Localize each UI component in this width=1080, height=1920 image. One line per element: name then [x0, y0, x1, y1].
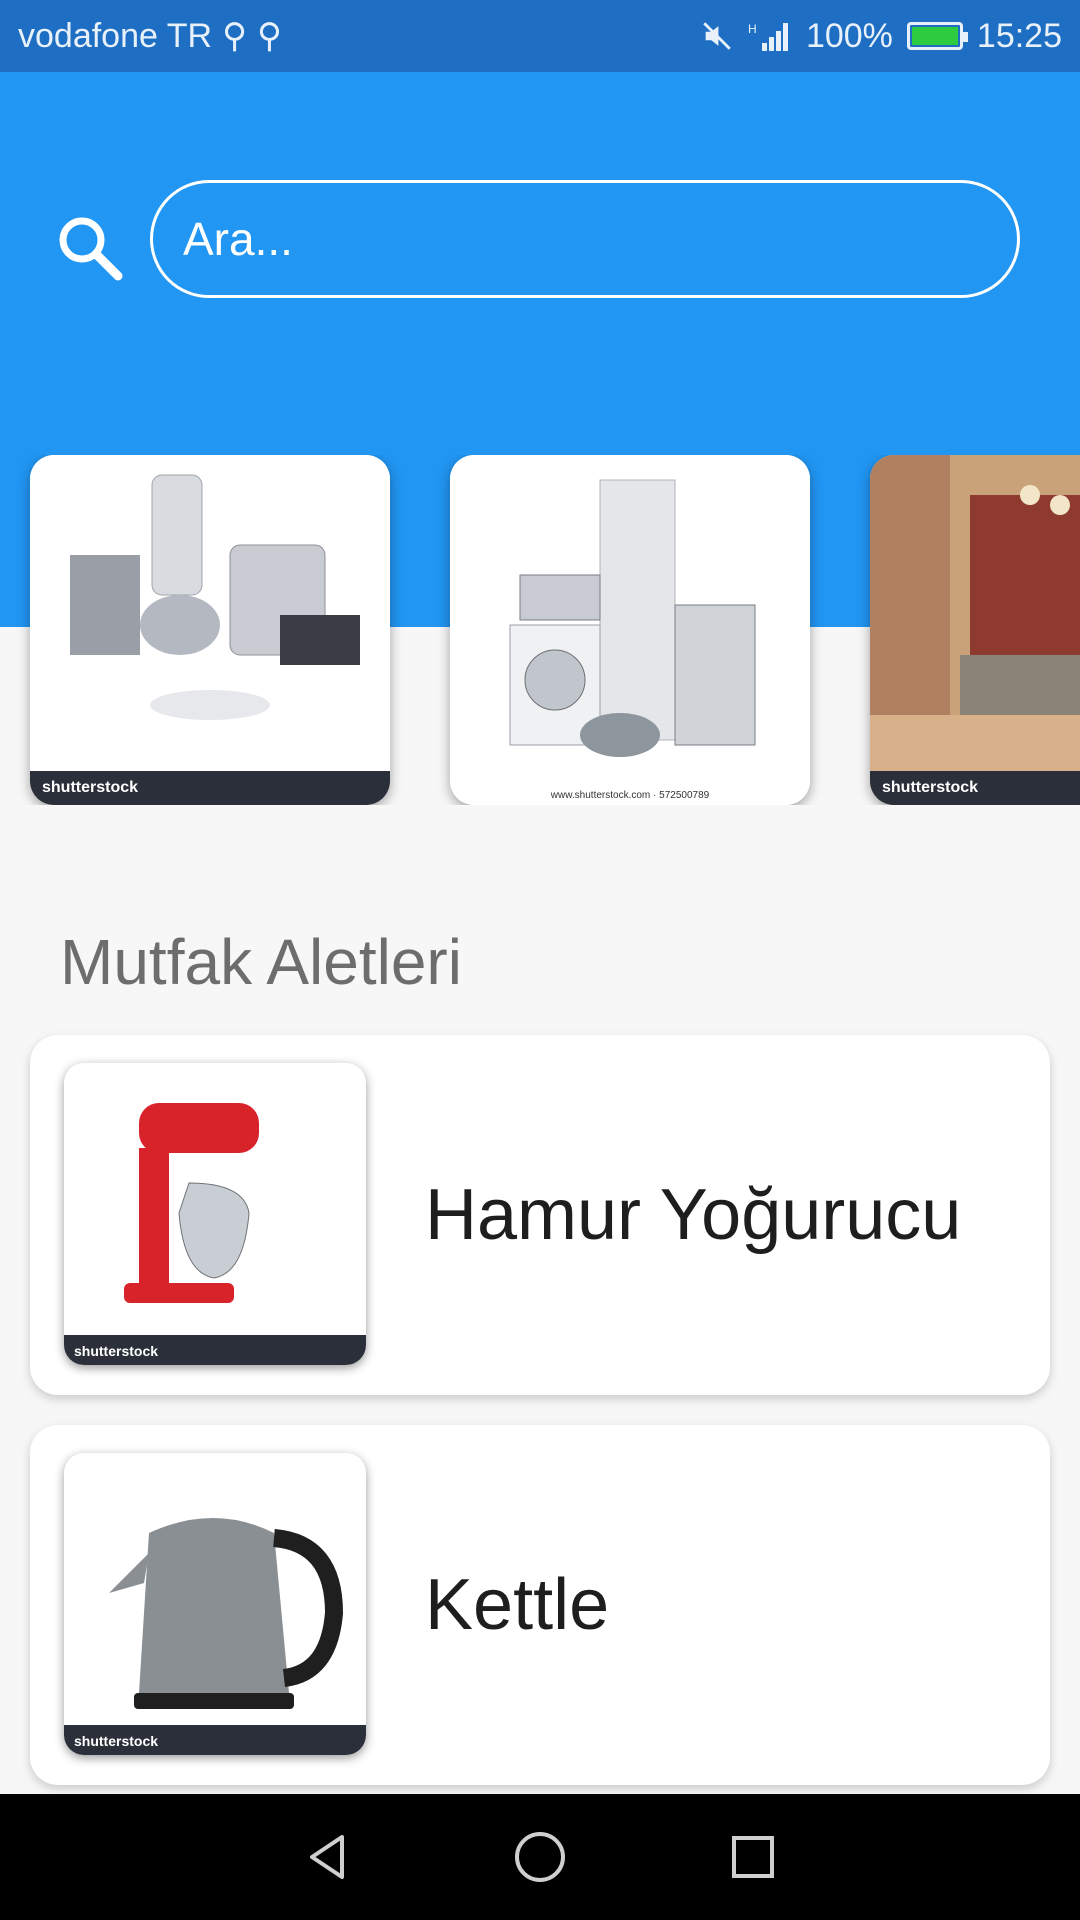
signal-icon: H: [748, 22, 788, 51]
carousel-item-living-room[interactable]: shutterstock: [870, 455, 1080, 805]
product-name: Hamur Yoğurucu: [425, 1175, 962, 1255]
product-thumbnail: shutterstock: [64, 1453, 366, 1755]
battery-percent: 100%: [805, 16, 893, 55]
carousel-item-home-appliances[interactable]: www.shutterstock.com · 572500789: [450, 455, 810, 805]
carrier-label: vodafone TR: [18, 16, 213, 55]
watermark-bar: shutterstock: [870, 771, 1080, 805]
recents-icon[interactable]: [723, 1827, 783, 1887]
mute-icon: [703, 22, 731, 50]
kettle-image: [64, 1453, 366, 1755]
image-caption: www.shutterstock.com · 572500789: [550, 790, 710, 801]
svg-text:H: H: [748, 22, 757, 36]
product-thumbnail: shutterstock: [64, 1063, 366, 1365]
search-input[interactable]: [183, 212, 1017, 266]
search-field[interactable]: [150, 180, 1020, 298]
battery-icon: [906, 22, 968, 50]
stand-mixer-image: [64, 1063, 366, 1365]
watermark-label: shutterstock: [74, 1733, 159, 1749]
status-bar: vodafone TR ⚲ ⚲ H 100% 15:25: [0, 0, 1080, 72]
watermark-label: shutterstock: [74, 1343, 159, 1359]
product-name: Kettle: [425, 1565, 610, 1645]
kitchen-appliances-image: [30, 455, 390, 805]
usb-icon: ⚲: [222, 17, 247, 55]
watermark-bar: shutterstock: [30, 771, 390, 805]
home-icon[interactable]: [510, 1827, 570, 1887]
clock: 15:25: [976, 16, 1062, 55]
back-icon[interactable]: [297, 1827, 357, 1887]
search-icon[interactable]: [54, 212, 124, 282]
usb-icon: ⚲: [256, 17, 282, 55]
category-carousel[interactable]: shutterstock www.shutterstock.com · 5725…: [0, 455, 1080, 805]
navigation-bar: [0, 1794, 1080, 1920]
living-room-image: [870, 455, 1080, 805]
product-card-kettle[interactable]: shutterstock Kettle: [30, 1425, 1050, 1785]
carousel-item-kitchen-appliances[interactable]: shutterstock: [30, 455, 390, 805]
product-card-hamur-yogurucu[interactable]: shutterstock Hamur Yoğurucu: [30, 1035, 1050, 1395]
home-appliances-image: [450, 455, 810, 805]
section-title: Mutfak Aletleri: [60, 926, 462, 998]
